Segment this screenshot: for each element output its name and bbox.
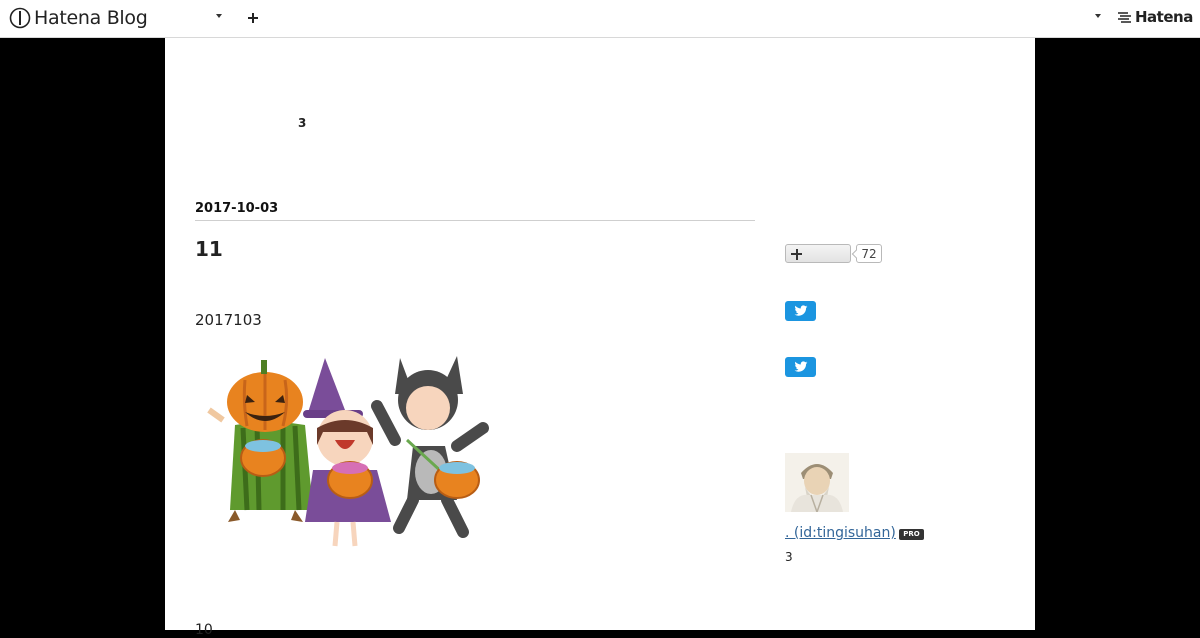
logo-text: Hatena Blog	[34, 7, 148, 29]
entry-date[interactable]: 2017-10-03	[195, 201, 278, 216]
next-entry-text: 10	[195, 622, 213, 638]
profile-id-link[interactable]: . (id:tingisuhan)	[785, 525, 896, 541]
entry-title[interactable]: 11	[195, 237, 223, 261]
pro-badge: PRO	[899, 529, 924, 540]
hatena-blog-logo-icon	[9, 7, 31, 29]
tweet-button[interactable]	[785, 301, 816, 321]
entry-body-text: 2017103	[195, 311, 262, 329]
twitter-bird-icon	[794, 361, 807, 372]
tweet-button-secondary[interactable]	[785, 357, 816, 377]
profile-avatar[interactable]	[785, 453, 849, 512]
hatena-blog-logo[interactable]: Hatena Blog	[9, 6, 148, 30]
blog-header-count: 3	[298, 116, 307, 130]
blog-page: 3 2017-10-03 11 2017103 10 72 . (id:ting…	[165, 38, 1035, 638]
hatena-brand-text: Hatena	[1135, 8, 1193, 26]
twitter-bird-icon	[794, 305, 807, 316]
hatena-wing-icon	[1118, 12, 1131, 23]
witch-costume-figure	[303, 358, 391, 547]
halloween-kids-image	[207, 356, 489, 547]
bookmark-count[interactable]: 72	[856, 244, 882, 263]
user-menu-chevron-down-icon[interactable]	[1095, 14, 1101, 18]
hatena-brand-link[interactable]: Hatena	[1117, 8, 1193, 26]
global-header: Hatena Blog Hatena	[0, 0, 1200, 38]
pumpkin-costume-figure	[207, 360, 313, 522]
new-entry-plus-icon[interactable]	[245, 7, 261, 29]
profile-count: 3	[785, 550, 793, 564]
blog-menu-chevron-down-icon[interactable]	[216, 14, 222, 18]
date-divider	[195, 220, 755, 221]
hatena-bookmark-add-button[interactable]	[785, 244, 851, 263]
cat-costume-figure	[371, 356, 489, 538]
